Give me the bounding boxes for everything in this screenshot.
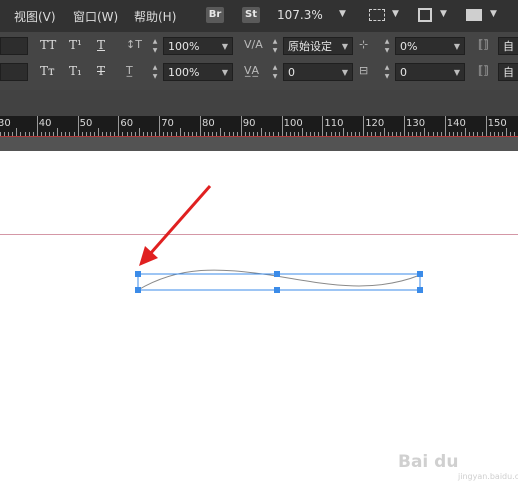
ruler-label: 130	[406, 118, 426, 129]
ruler-minor-tick	[98, 128, 99, 136]
horizontal-scale-stepper[interactable]: ▲ ▼	[150, 63, 160, 81]
leading-field[interactable]	[0, 63, 28, 81]
ruler-label: 150	[487, 118, 507, 129]
tracking-pct-input[interactable]: 0% ▼	[395, 37, 465, 55]
control-panel: TT T¹ T ↕T ▲ ▼ 100% ▼ V/A ▲ ▼ 原始设定 ▼ ⊹ ▲ ▼ 0%…	[0, 32, 518, 90]
chevron-down-icon[interactable]: ▼	[490, 9, 497, 19]
control-row-2: Tт T₁ T T̲ ▲ ▼ 100% ▼ V̲A̲ ▲ ▼ 0 ▼ ⊟ ▲ ▼ 0 ▼ ⟦…	[0, 63, 518, 89]
horizontal-scale-input[interactable]: 100% ▼	[163, 63, 233, 81]
ruler-label: 80	[202, 118, 215, 129]
tracking-icon: V̲A̲	[244, 64, 260, 77]
control-row-1: TT T¹ T ↕T ▲ ▼ 100% ▼ V/A ▲ ▼ 原始设定 ▼ ⊹ ▲ ▼ 0%…	[0, 37, 518, 63]
chevron-down-icon[interactable]: ▼	[392, 9, 399, 19]
spacing-icon: ⟦⟧	[478, 64, 489, 77]
strikethrough-icon[interactable]: T	[97, 64, 105, 78]
ruler-minor-tick	[138, 128, 140, 136]
screen-mode-icon[interactable]	[369, 9, 385, 21]
right-field-2[interactable]: 自	[498, 63, 518, 81]
tracking-pct-stepper[interactable]: ▲ ▼	[382, 37, 392, 55]
underline-icon[interactable]: T	[97, 38, 105, 52]
vertical-scale-stepper[interactable]: ▲ ▼	[150, 37, 160, 55]
ruler-minor-tick	[424, 128, 426, 136]
tracking-stepper[interactable]: ▲ ▼	[270, 63, 280, 81]
ruler-minor-tick	[179, 128, 181, 136]
ruler-label: 110	[324, 118, 344, 129]
all-caps-icon[interactable]: TT	[40, 38, 56, 52]
ruler-label: 100	[283, 118, 303, 129]
ruler-major-tick	[240, 116, 242, 136]
ruler-minor-tick	[506, 128, 507, 136]
menu-help[interactable]: 帮助(H)	[134, 8, 176, 25]
chevron-down-icon: ▼	[221, 42, 228, 51]
panel-gap	[0, 90, 518, 116]
margin-guide	[0, 234, 518, 235]
ruler-major-tick	[485, 116, 487, 136]
ruler-label: 70	[161, 118, 174, 129]
spacing-icon: ⟦⟧	[478, 38, 489, 51]
chevron-down-icon: ▼	[341, 68, 348, 77]
ruler-major-tick	[404, 116, 405, 136]
menu-window[interactable]: 窗口(W)	[73, 8, 118, 25]
character-rotation-icon: ⊹	[359, 38, 369, 51]
chevron-down-icon[interactable]: ▼	[440, 9, 447, 19]
superscript-icon[interactable]: T¹	[69, 38, 82, 52]
small-caps-icon[interactable]: Tт	[40, 64, 55, 78]
ruler-major-tick	[444, 116, 446, 136]
kerning-input[interactable]: 原始设定 ▼	[283, 37, 353, 55]
chevron-down-icon: ▼	[341, 42, 348, 51]
menu-bar: 视图(V) 窗口(W) 帮助(H) Br St 107.3% ▼ ▼ ▼ ▼	[0, 0, 518, 32]
ruler-minor-tick	[342, 128, 344, 136]
chevron-down-icon: ▼	[453, 42, 460, 51]
ruler-label: 50	[79, 118, 93, 129]
kerning-icon: V/A	[244, 38, 263, 51]
watermark-url: jingyan.baidu.com	[458, 472, 518, 481]
zoom-level[interactable]: 107.3%	[277, 8, 323, 22]
font-size-field[interactable]	[0, 37, 28, 55]
ruler-major-tick	[118, 116, 120, 136]
ruler-label: 140	[446, 118, 466, 129]
ruler-major-tick	[322, 116, 324, 136]
ruler-minor-tick	[16, 128, 18, 136]
ruler-major-tick	[363, 116, 365, 136]
baseline-input[interactable]: 0 ▼	[395, 63, 465, 81]
vertical-scale-input[interactable]: 100% ▼	[163, 37, 233, 55]
ruler-minor-tick	[302, 128, 303, 136]
ruler-minor-tick	[383, 128, 385, 136]
stock-button[interactable]: St	[242, 7, 260, 23]
arrange-documents-icon[interactable]	[466, 9, 482, 21]
horizontal-scale-icon: T̲	[126, 64, 133, 77]
chevron-down-icon: ▼	[453, 68, 460, 77]
chevron-down-icon: ▼	[221, 68, 228, 77]
watermark-logo: Bai du	[398, 452, 459, 472]
ruler-major-tick	[77, 116, 79, 136]
ruler-major-tick	[281, 116, 283, 136]
ruler-major-tick	[200, 116, 201, 136]
ruler-label: 120	[365, 118, 385, 129]
ruler-minor-tick	[220, 128, 222, 136]
ruler-minor-tick	[261, 128, 263, 136]
ruler-major-tick	[36, 116, 38, 136]
tracking-input[interactable]: 0 ▼	[283, 63, 353, 81]
baseline-shift-icon: ⊟	[359, 64, 369, 77]
ruler-minor-tick	[465, 128, 467, 136]
bridge-button[interactable]: Br	[206, 7, 224, 23]
ruler-minor-tick	[57, 128, 59, 136]
view-mode-icon[interactable]	[418, 8, 432, 22]
ruler-label: 60	[120, 118, 134, 129]
kerning-stepper[interactable]: ▲ ▼	[270, 37, 280, 55]
document-canvas[interactable]	[0, 151, 518, 498]
chevron-down-icon[interactable]: ▼	[339, 9, 346, 19]
subscript-icon[interactable]: T₁	[69, 64, 82, 78]
ruler-major-tick	[159, 116, 161, 136]
baseline-stepper[interactable]: ▲ ▼	[382, 63, 392, 81]
pasteboard	[0, 137, 518, 151]
horizontal-ruler[interactable]: 30 40 50 60 70 80 90 100 110 120 130 140 150	[0, 116, 518, 136]
menu-view[interactable]: 视图(V)	[14, 8, 56, 25]
ruler-label: 90	[242, 118, 256, 129]
ruler-label: 40	[38, 118, 52, 129]
vertical-scale-icon: ↕T	[126, 38, 142, 51]
ruler-label: 30	[0, 118, 11, 129]
right-field-1[interactable]: 自	[498, 37, 518, 55]
